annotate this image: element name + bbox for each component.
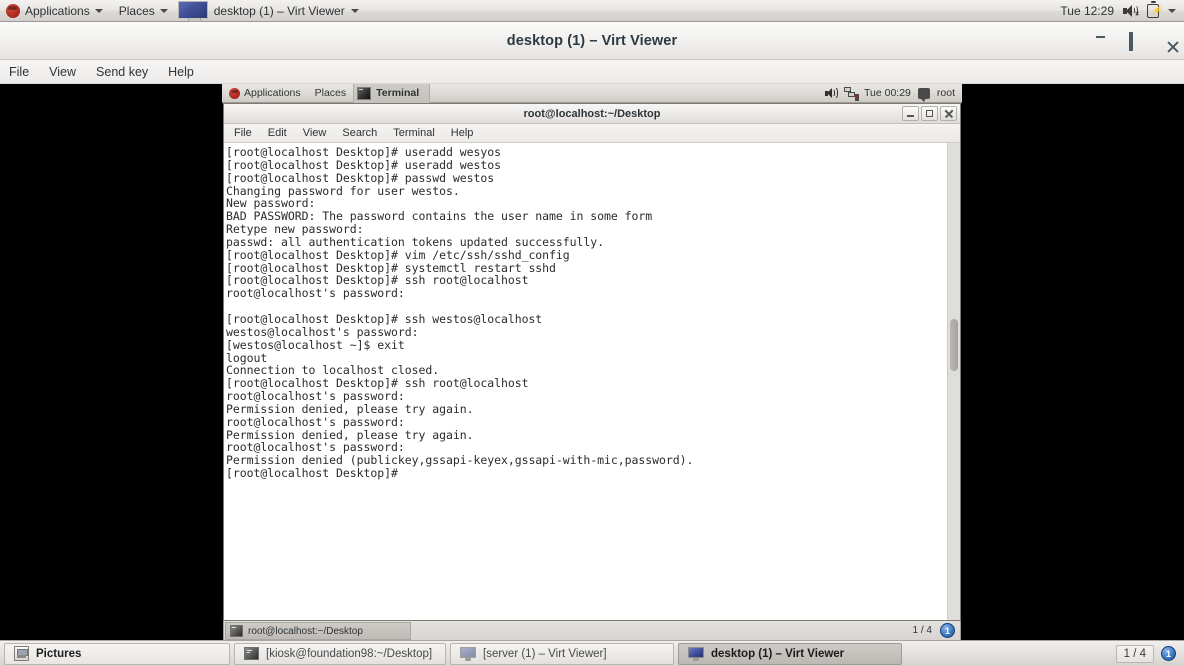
guest-screen: Applications Places Terminal × Tue 00:29… [222,84,962,640]
minimize-icon[interactable] [902,106,919,121]
guest-top-panel: Applications Places Terminal × Tue 00:29… [222,84,962,103]
guest-taskbar-item-label: root@localhost:~/Desktop [248,625,363,637]
virt-viewer-title: desktop (1) – Virt Viewer [506,32,678,49]
chevron-down-icon [350,8,359,13]
menu-file[interactable]: File [0,60,39,84]
chevron-down-icon[interactable] [1168,8,1176,13]
guest-places-label: Places [314,87,347,99]
taskbar-item-server-virt-viewer[interactable]: [server (1) – Virt Viewer] [450,642,674,665]
volume-muted-icon[interactable]: × [1123,4,1139,18]
terminal-menubar: File Edit View Search Terminal Help [224,124,960,143]
terminal-title: root@localhost:~/Desktop [523,107,661,120]
pictures-icon [14,646,29,661]
taskbar-item-desktop-virt-viewer[interactable]: desktop (1) – Virt Viewer [678,642,902,665]
battery-charging-icon[interactable]: ⚡ [1147,1,1162,18]
window-thumbnail-icon [177,1,208,22]
host-active-window-label: desktop (1) – Virt Viewer [213,3,345,18]
volume-icon[interactable] [825,87,838,99]
maximize-icon[interactable] [921,106,938,121]
terminal-menu-search[interactable]: Search [334,124,385,143]
guest-applications-menu[interactable]: Applications [222,84,308,102]
guest-clock[interactable]: Tue 00:29 [864,87,911,99]
terminal-body[interactable]: [root@localhost Desktop]# useradd wesyos… [224,143,960,620]
guest-taskbar-window-terminal[interactable]: Terminal [353,84,431,103]
host-applications-label: Applications [25,3,90,18]
terminal-scrollbar-thumb[interactable] [950,319,958,371]
taskbar-item-label: [server (1) – Virt Viewer] [483,647,607,660]
menu-help[interactable]: Help [158,60,204,84]
terminal-menu-help[interactable]: Help [443,124,482,143]
guest-user-label[interactable]: root [937,87,955,99]
terminal-menu-view[interactable]: View [295,124,335,143]
host-workspace-switcher: 1 / 4 1 [1115,644,1180,663]
guest-taskbar-window-label: Terminal [376,87,420,99]
chevron-down-icon [159,8,168,13]
guest-applications-label: Applications [244,87,301,99]
terminal-window: root@localhost:~/Desktop File Edit View … [223,103,961,621]
terminal-menu-edit[interactable]: Edit [260,124,295,143]
host-applications-menu[interactable]: Applications [0,0,111,21]
host-window-selector[interactable]: desktop (1) – Virt Viewer [176,0,367,22]
terminal-icon [357,86,372,100]
taskbar-item-label: Pictures [36,647,82,660]
monitor-icon [688,646,704,661]
host-clock[interactable]: Tue 12:29 [1060,4,1114,18]
virt-viewer-titlebar: desktop (1) – Virt Viewer [0,22,1184,60]
host-top-panel: Applications Places desktop (1) – Virt V… [0,0,1184,22]
host-places-menu[interactable]: Places [111,0,176,21]
menu-send-key[interactable]: Send key [86,60,158,84]
guest-panel-status-area: × Tue 00:29 root [825,87,962,102]
terminal-menu-file[interactable]: File [224,124,260,143]
menu-view[interactable]: View [39,60,86,84]
taskbar-item-label: [kiosk@foundation98:~/Desktop] [266,647,433,660]
guest-workspace-switcher: 1 / 4 1 [913,623,960,638]
host-bottom-taskbar: Pictures [kiosk@foundation98:~/Desktop] … [0,640,1184,666]
taskbar-item-label: desktop (1) – Virt Viewer [711,647,845,660]
network-disconnected-icon[interactable]: × [844,87,859,101]
redhat-logo-icon [6,3,20,18]
guest-pager-badge[interactable]: 1 [940,623,955,638]
terminal-scrollbar[interactable] [947,143,960,620]
taskbar-item-pictures[interactable]: Pictures [4,642,230,665]
guest-places-menu[interactable]: Places [308,84,354,102]
screen-root: Applications Places desktop (1) – Virt V… [0,0,1184,666]
close-icon[interactable] [940,106,957,121]
terminal-output[interactable]: [root@localhost Desktop]# useradd wesyos… [224,143,947,620]
terminal-window-buttons [902,106,957,121]
chevron-down-icon [94,8,103,13]
virt-viewer-menubar: File View Send key Help [0,60,1184,84]
terminal-icon [230,625,243,637]
host-pager-badge[interactable]: 1 [1161,646,1176,661]
user-icon [917,87,930,102]
taskbar-item-kiosk-terminal[interactable]: [kiosk@foundation98:~/Desktop] [234,642,446,665]
virt-viewer-window-buttons [1088,22,1174,60]
terminal-menu-terminal[interactable]: Terminal [385,124,443,143]
host-panel-status-area: Tue 12:29 × ⚡ [1060,1,1184,18]
monitor-icon [460,646,476,661]
redhat-logo-icon [229,87,240,99]
guest-taskbar-item-terminal[interactable]: root@localhost:~/Desktop [225,622,411,640]
terminal-icon [244,647,259,660]
maximize-icon[interactable] [1124,31,1138,51]
host-workspace-indicator[interactable]: 1 / 4 [1115,644,1154,663]
host-places-label: Places [118,3,155,18]
guest-workspace-indicator[interactable]: 1 / 4 [913,625,932,636]
terminal-titlebar: root@localhost:~/Desktop [224,104,960,124]
guest-bottom-panel: root@localhost:~/Desktop 1 / 4 1 [223,621,961,640]
